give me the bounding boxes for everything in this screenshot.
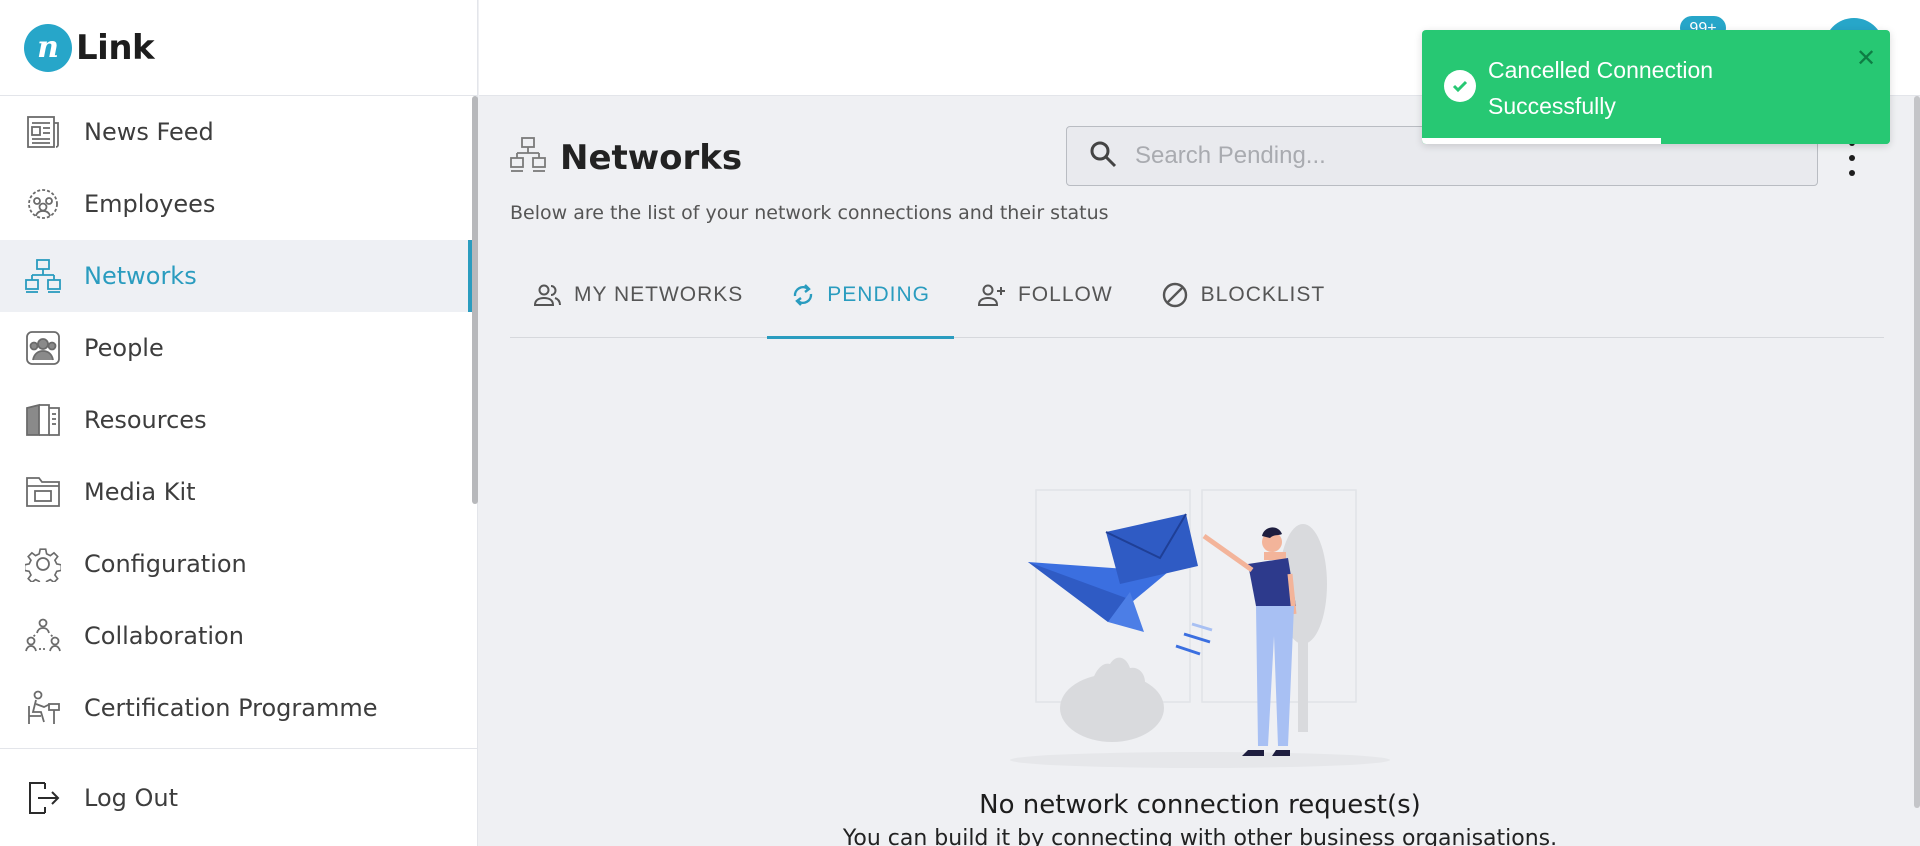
sidebar-item-configuration[interactable]: Configuration <box>0 528 472 600</box>
gear-icon <box>24 545 62 583</box>
book-icon <box>24 401 62 439</box>
sidebar-item-label: Configuration <box>84 550 247 578</box>
sidebar-item-label: Employees <box>84 190 216 218</box>
tab-label: BLOCKLIST <box>1200 283 1326 306</box>
sidebar-item-people[interactable]: People <box>0 312 472 384</box>
sidebar-scroll-thumb[interactable] <box>472 96 478 504</box>
media-kit-icon <box>24 473 62 511</box>
newspaper-icon <box>24 113 62 151</box>
sidebar-scrollbar[interactable] <box>472 96 478 748</box>
people-outline-icon <box>534 284 562 306</box>
sidebar-item-label: People <box>84 334 164 362</box>
block-icon <box>1161 281 1189 309</box>
sidebar-nav: News Feed Employees Networks People Reso… <box>0 96 472 748</box>
network-tabs: MY NETWORKS PENDING FOLLOW BLOCKLIST <box>510 252 1884 339</box>
sidebar-item-media-kit[interactable]: Media Kit <box>0 456 472 528</box>
network-icon <box>24 257 62 295</box>
search-icon <box>1089 140 1117 173</box>
logo-name: Link <box>76 27 155 68</box>
sidebar-item-resources[interactable]: Resources <box>0 384 472 456</box>
person-add-icon <box>977 284 1006 306</box>
page-header: Networks <box>510 136 742 179</box>
empty-state-subtitle: You can build it by connecting with othe… <box>842 826 1558 846</box>
brand-logo[interactable]: n Link <box>0 0 477 96</box>
close-icon[interactable]: ✕ <box>1856 44 1876 72</box>
tab-label: MY NETWORKS <box>574 283 744 306</box>
page-subtitle: Below are the list of your network conne… <box>510 202 1109 224</box>
sidebar-item-news-feed[interactable]: News Feed <box>0 96 472 168</box>
network-icon <box>510 136 546 179</box>
main-scroll-thumb[interactable] <box>1914 96 1920 808</box>
check-circle-icon <box>1444 70 1476 102</box>
refresh-icon <box>791 282 815 308</box>
sidebar-item-employees[interactable]: Employees <box>0 168 472 240</box>
sidebar-item-collaboration[interactable]: Collaboration <box>0 600 472 672</box>
sidebar-item-label: News Feed <box>84 118 214 146</box>
empty-state-title: No network connection request(s) <box>979 790 1421 820</box>
sidebar-item-label: Media Kit <box>84 478 196 506</box>
sidebar: n Link News Feed Employees Networks Peop… <box>0 0 478 846</box>
main-scrollbar[interactable] <box>1914 96 1920 846</box>
search-input[interactable] <box>1135 142 1775 170</box>
logo-mark: n <box>24 23 72 72</box>
collaboration-icon <box>24 617 62 655</box>
sidebar-item-label: Resources <box>84 406 207 434</box>
tab-my-networks[interactable]: MY NETWORKS <box>510 252 767 338</box>
empty-state-illustration <box>1010 489 1390 768</box>
toast-message: Cancelled Connection Successfully <box>1488 57 1714 119</box>
employees-icon <box>24 185 62 223</box>
sidebar-item-label: Networks <box>84 262 197 290</box>
certification-icon <box>24 689 62 727</box>
sidebar-item-certification-programme[interactable]: Certification Programme <box>0 672 472 744</box>
sidebar-item-networks[interactable]: Networks <box>0 240 472 312</box>
people-icon <box>24 329 62 367</box>
tab-blocklist[interactable]: BLOCKLIST <box>1137 252 1350 338</box>
tab-follow[interactable]: FOLLOW <box>954 252 1137 338</box>
tab-label: PENDING <box>827 283 930 306</box>
page-title: Networks <box>560 137 743 178</box>
tab-label: FOLLOW <box>1017 283 1113 306</box>
more-options-icon[interactable] <box>1846 140 1858 176</box>
success-toast: Cancelled Connection Successfully ✕ <box>1422 30 1890 144</box>
toast-progress-track <box>1422 138 1890 144</box>
toast-progress-bar <box>1422 138 1661 144</box>
tab-pending[interactable]: PENDING <box>767 252 954 339</box>
sidebar-item-label: Certification Programme <box>84 694 378 722</box>
sidebar-item-label: Collaboration <box>84 622 244 650</box>
